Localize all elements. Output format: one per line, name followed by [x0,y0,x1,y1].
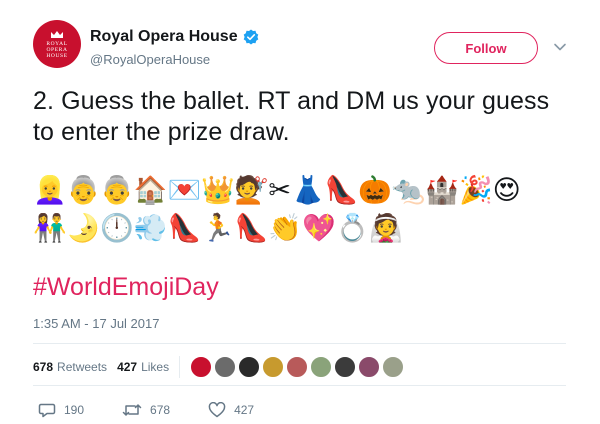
follow-button[interactable]: Follow [434,32,538,64]
emoji-row-1: 👱‍♀️👵👵🏠💌👑💇✂👗👠🎃🐀🏰🎉😍 [33,175,521,206]
liker-avatar[interactable] [358,356,381,378]
chevron-down-icon[interactable] [553,40,567,54]
reply-button[interactable]: 190 [38,402,84,418]
avatar-text-3: HOUSE [46,52,68,59]
engagement-stats: 678 Retweets 427 Likes [33,356,406,378]
handle[interactable]: @RoyalOperaHouse [90,52,210,67]
retweets-label: Retweets [57,360,108,374]
tweet-text-line-2: to enter the prize draw. [33,118,290,146]
liker-avatar[interactable] [382,356,405,378]
liker-avatar[interactable] [286,356,309,378]
crown-icon [50,30,64,39]
liker-avatar[interactable] [262,356,285,378]
tweet-card: ROYAL OPERA HOUSE Royal Opera House @Roy… [0,0,600,424]
timestamp[interactable]: 1:35 AM - 17 Jul 2017 [33,316,159,331]
retweet-icon [122,404,142,416]
likes-label: Likes [141,360,170,374]
divider [33,343,566,344]
liker-avatar[interactable] [334,356,357,378]
like-button[interactable]: 427 [208,402,254,418]
retweet-button[interactable]: 678 [122,402,170,418]
emoji-row-2: 👫🌛🕛💨👠🏃👠👏💖💍👰 [33,213,403,244]
reply-icon [38,403,56,418]
divider [33,385,566,386]
tweet-actions: 190 678 427 [38,402,292,418]
tweet-text: 2. Guess the ballet. RT and DM us your g… [33,86,573,148]
avatar[interactable]: ROYAL OPERA HOUSE [33,20,81,68]
liker-avatars [190,356,406,378]
emoji-sequence: 👱‍♀️👵👵🏠💌👑💇✂👗👠🎃🐀🏰🎉😍 👫🌛🕛💨👠🏃👠👏💖💍👰 [33,172,553,248]
retweet-count-link[interactable]: 678 Retweets [33,360,107,374]
verified-badge-icon [243,29,259,45]
likes-count: 427 [117,360,138,374]
liker-avatar[interactable] [190,356,213,378]
like-count-link[interactable]: 427 Likes [117,360,169,374]
retweet-count: 678 [150,403,171,417]
stats-separator [179,356,181,378]
display-name[interactable]: Royal Opera House [90,28,238,46]
like-count: 427 [234,403,255,417]
liker-avatar[interactable] [214,356,237,378]
liker-avatar[interactable] [238,356,261,378]
heart-icon [208,402,226,418]
reply-count: 190 [64,403,85,417]
liker-avatar[interactable] [310,356,333,378]
name-row: Royal Opera House [90,28,259,46]
hashtag-link[interactable]: #WorldEmojiDay [33,273,219,302]
retweets-count: 678 [33,360,54,374]
tweet-text-line-1: 2. Guess the ballet. RT and DM us your g… [33,87,550,115]
